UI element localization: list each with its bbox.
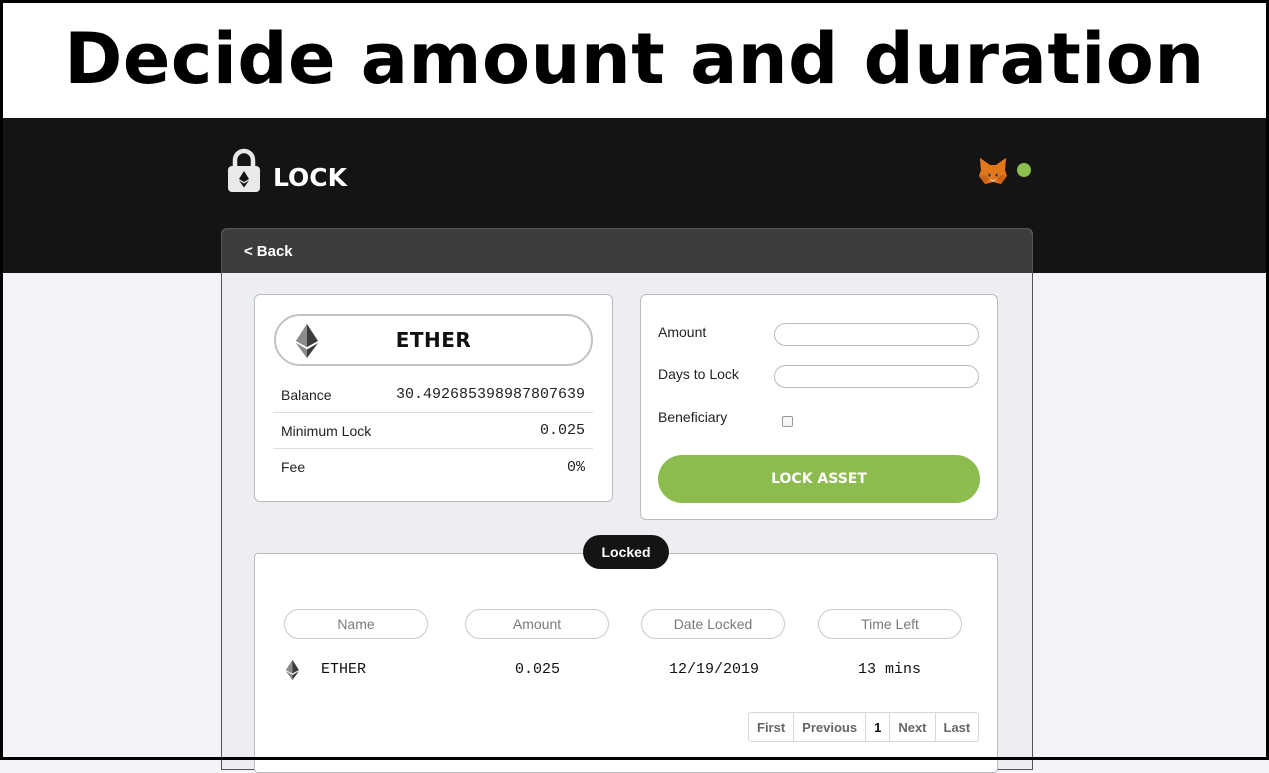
fee-label: Fee xyxy=(281,459,306,475)
row-date-locked: 12/19/2019 xyxy=(669,661,760,678)
amount-label: Amount xyxy=(658,324,707,340)
ethereum-icon xyxy=(296,324,318,358)
brand-logo[interactable]: LOCK xyxy=(228,148,347,192)
connection-status-dot xyxy=(1017,163,1031,177)
banner-title: Decide amount and duration xyxy=(64,18,1205,100)
back-label: Back xyxy=(256,242,293,260)
pagination-current-page[interactable]: 1 xyxy=(866,713,891,741)
row-amount: 0.025 xyxy=(515,661,561,678)
minimum-lock-value: 0.025 xyxy=(539,422,585,439)
pagination-previous[interactable]: Previous xyxy=(794,713,867,741)
minimum-lock-label: Minimum Lock xyxy=(281,422,372,439)
beneficiary-label: Beneficiary xyxy=(658,409,728,425)
days-to-lock-input[interactable] xyxy=(774,365,979,388)
ethereum-icon xyxy=(286,660,299,680)
chevron-left-icon: < xyxy=(244,242,253,260)
pagination: First Previous 1 Next Last xyxy=(748,712,980,742)
days-to-lock-label: Days to Lock xyxy=(658,366,739,382)
pagination-last[interactable]: Last xyxy=(936,713,979,741)
brand-label: LOCK xyxy=(273,162,348,192)
fee-value: 0% xyxy=(566,458,585,476)
padlock-icon xyxy=(228,148,260,192)
pagination-first[interactable]: First xyxy=(749,713,795,741)
back-button[interactable]: < Back xyxy=(222,229,1032,273)
fee-row: Fee 0% xyxy=(273,449,593,485)
metamask-fox-icon[interactable] xyxy=(978,156,1008,186)
balance-row: Balance 30.492685398987807639 xyxy=(273,377,593,413)
lock-form-card: Amount Days to Lock Beneficiary LOCK ASS… xyxy=(640,294,998,520)
title-banner: Decide amount and duration xyxy=(0,0,1269,118)
column-header-name[interactable]: Name xyxy=(284,609,428,639)
lock-asset-button[interactable]: LOCK ASSET xyxy=(658,455,980,503)
amount-input[interactable] xyxy=(774,323,979,346)
beneficiary-checkbox[interactable] xyxy=(782,416,793,427)
column-header-time-left[interactable]: Time Left xyxy=(818,609,962,639)
row-name: ETHER xyxy=(321,661,367,678)
balance-value: 30.492685398987807639 xyxy=(395,386,585,403)
asset-selector[interactable]: ETHER xyxy=(274,314,593,366)
locked-assets-table: Name Amount Date Locked Time Left ETHER … xyxy=(254,553,998,773)
column-header-date-locked[interactable]: Date Locked xyxy=(641,609,785,639)
row-time-left: 13 mins xyxy=(858,661,922,678)
asset-info-card: ETHER Balance 30.492685398987807639 Mini… xyxy=(254,294,613,502)
pagination-next[interactable]: Next xyxy=(890,713,936,741)
column-header-amount[interactable]: Amount xyxy=(465,609,609,639)
balance-label: Balance xyxy=(281,386,332,403)
minimum-lock-row: Minimum Lock 0.025 xyxy=(273,413,593,449)
asset-name: ETHER xyxy=(395,328,472,352)
locked-badge: Locked xyxy=(583,535,669,569)
